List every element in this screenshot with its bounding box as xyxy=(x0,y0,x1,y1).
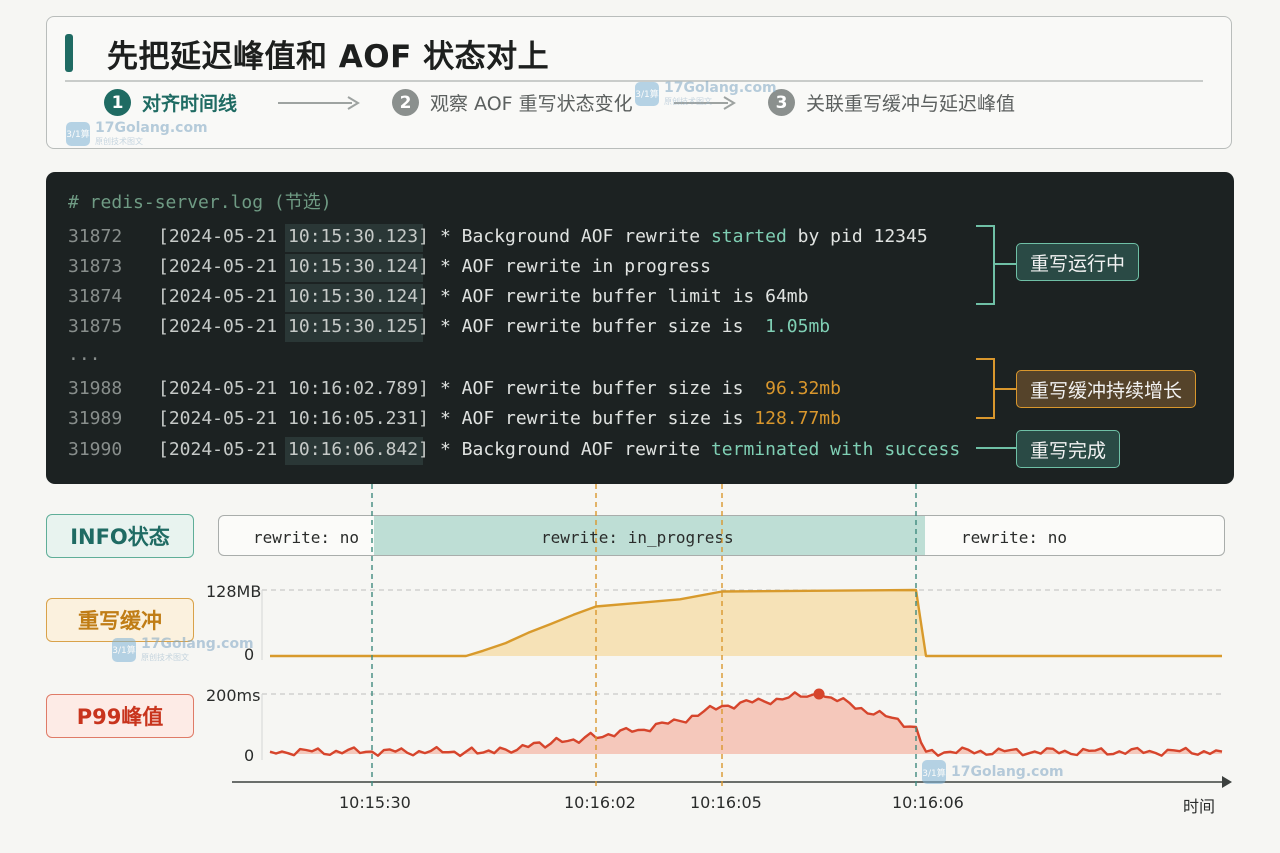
x-tick-1: 10:15:30 xyxy=(339,793,411,812)
watermark: 3/1算 17Golang.com 原创技术图文 xyxy=(112,636,254,662)
x-tick-2: 10:16:02 xyxy=(564,793,636,812)
p99-y-tick-zero: 0 xyxy=(244,746,255,765)
watermark: 3/1算 17Golang.com 原创技术图文 xyxy=(66,120,208,146)
watermark-logo-icon: 3/1算 xyxy=(635,81,659,106)
watermark: 3/1算 17Golang.com 原创技术图文 xyxy=(635,80,777,106)
time-axis-arrow-icon xyxy=(1222,776,1232,788)
p99-y-tick-max: 200ms xyxy=(206,686,261,705)
x-axis-title: 时间 xyxy=(1183,797,1216,816)
watermark-logo-icon: 3/1算 xyxy=(112,637,136,662)
watermark-logo-icon: 3/1算 xyxy=(922,760,946,784)
x-tick-3: 10:16:05 xyxy=(690,793,762,812)
buffer-series-area xyxy=(270,590,1222,656)
watermark-logo-icon: 3/1算 xyxy=(66,121,90,146)
buffer-y-tick-max: 128MB xyxy=(206,582,262,601)
watermark: 3/1算 17Golang.com xyxy=(922,760,1064,784)
x-tick-4: 10:16:06 xyxy=(892,793,964,812)
p99-peak-marker xyxy=(813,688,825,700)
p99-series-area xyxy=(270,692,1222,756)
